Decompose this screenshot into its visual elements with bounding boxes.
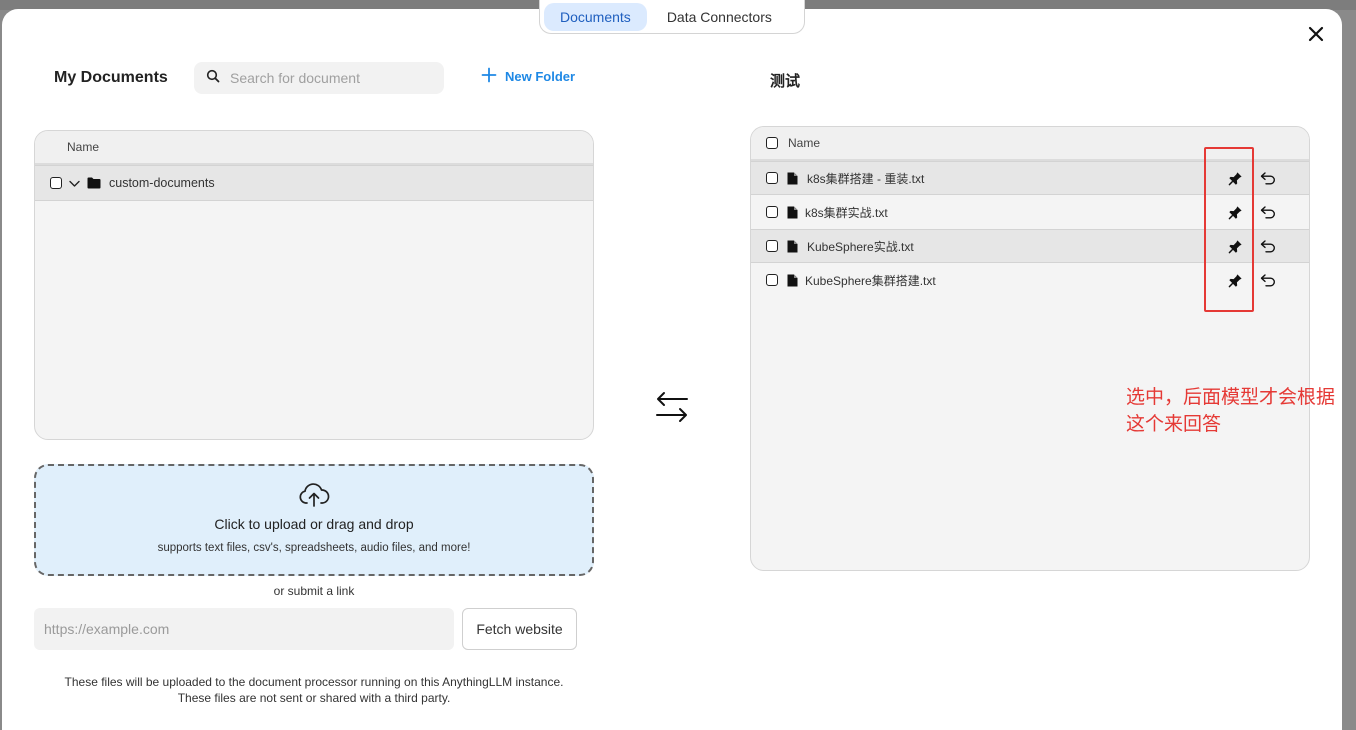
new-folder-button[interactable]: New Folder [481,67,575,86]
upload-dropzone[interactable]: Click to upload or drag and drop support… [34,464,594,576]
search-icon [206,69,220,88]
table-row[interactable]: k8s集群实战.txt [751,195,1309,229]
row-checkbox[interactable] [766,240,778,252]
my-documents-title: My Documents [54,69,168,86]
new-folder-label: New Folder [505,69,576,84]
chevron-down-icon[interactable] [68,177,81,190]
pin-icon[interactable] [1226,237,1244,255]
column-name: Name [67,140,100,154]
table-header: Name [35,131,593,165]
folder-checkbox[interactable] [50,177,62,189]
tab-data-connectors[interactable]: Data Connectors [651,3,788,31]
row-checkbox[interactable] [766,206,778,218]
column-name: Name [788,136,821,150]
undo-remove-icon[interactable] [1259,203,1277,221]
cloud-upload-icon [298,482,330,508]
file-icon [787,274,798,287]
select-all-checkbox[interactable] [766,137,778,149]
table-row[interactable]: KubeSphere集群搭建.txt [751,263,1309,297]
modal-tabs: Documents Data Connectors [539,0,805,34]
file-name: KubeSphere集群搭建.txt [805,273,936,288]
my-documents-table: Name custom-documents [34,130,594,440]
fetch-website-button[interactable]: Fetch website [462,608,577,650]
file-name: k8s集群搭建 - 重装.txt [807,171,925,186]
row-checkbox[interactable] [766,172,778,184]
swap-arrows-icon[interactable] [654,390,690,424]
plus-icon [481,67,497,86]
folder-icon [87,177,101,189]
file-name: k8s集群实战.txt [805,205,888,220]
search-input[interactable] [230,70,430,86]
document-search[interactable] [194,62,444,94]
pin-icon[interactable] [1226,169,1244,187]
pin-icon[interactable] [1226,203,1244,221]
url-input[interactable] [34,608,454,650]
table-row[interactable]: KubeSphere实战.txt [751,229,1309,263]
close-icon[interactable] [1304,22,1328,46]
table-header: Name [751,127,1309,161]
tab-documents[interactable]: Documents [544,2,647,31]
file-icon [787,240,798,253]
disclaimer-line-2: These files are not sent or shared with … [177,691,451,705]
undo-remove-icon[interactable] [1259,237,1277,255]
file-name: KubeSphere实战.txt [807,239,914,254]
row-checkbox[interactable] [766,274,778,286]
folder-row[interactable]: custom-documents [35,165,593,201]
upload-subtitle: supports text files, csv's, spreadsheets… [157,542,471,554]
table-row[interactable]: k8s集群搭建 - 重装.txt [751,161,1309,195]
pin-icon[interactable] [1226,271,1244,289]
undo-remove-icon[interactable] [1259,169,1277,187]
upload-disclaimer: These files will be uploaded to the docu… [34,674,594,706]
or-submit-link: or submit a link [273,584,355,598]
annotation-note: 选中，后面模型才会根据这个来回答 [1126,386,1336,435]
upload-title: Click to upload or drag and drop [214,516,414,532]
undo-remove-icon[interactable] [1259,271,1277,289]
disclaimer-line-1: These files will be uploaded to the docu… [64,675,564,689]
file-icon [787,206,798,219]
workspace-title: 测试 [770,73,801,90]
file-icon [787,172,798,185]
workspace-documents-table: Name k8s集群搭建 - 重装.txt k8s集群实战.txt KubeSp… [750,126,1310,571]
folder-name: custom-documents [109,176,215,190]
